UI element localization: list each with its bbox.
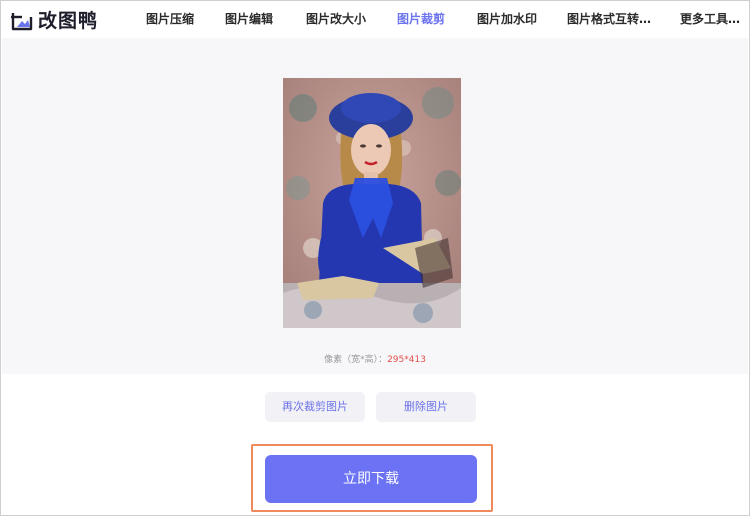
nav-image-edit[interactable]: 图片编辑 <box>225 0 273 38</box>
nav-image-format-convert[interactable]: 图片格式互转… <box>567 0 651 38</box>
nav-image-crop[interactable]: 图片裁剪 <box>397 0 445 38</box>
pixel-info: 像素（宽*高）：295*413 <box>2 352 748 365</box>
recrop-button[interactable]: 再次裁剪图片 <box>265 392 365 422</box>
app-name: 改图鸭 <box>38 10 99 32</box>
preview-area: 像素（宽*高）：295*413 <box>2 38 748 374</box>
cropped-image <box>283 78 461 328</box>
delete-image-button[interactable]: 删除图片 <box>376 392 476 422</box>
nav-image-compress[interactable]: 图片压缩 <box>146 0 194 38</box>
download-now-button[interactable]: 立即下载 <box>265 455 477 503</box>
top-header: 改图鸭 图片压缩 图片编辑 图片改大小 图片裁剪 图片加水印 图片格式互转… 更… <box>0 0 750 38</box>
nav-image-resize[interactable]: 图片改大小 <box>306 0 366 38</box>
nav-more-tools[interactable]: 更多工具… <box>680 0 740 38</box>
logo[interactable]: 改图鸭 <box>10 6 98 33</box>
image-duck-logo-icon <box>10 8 34 32</box>
pixel-info-value: 295*413 <box>387 355 426 365</box>
nav-image-watermark[interactable]: 图片加水印 <box>477 0 537 38</box>
pixel-info-label: 像素（宽*高）： <box>324 355 388 365</box>
